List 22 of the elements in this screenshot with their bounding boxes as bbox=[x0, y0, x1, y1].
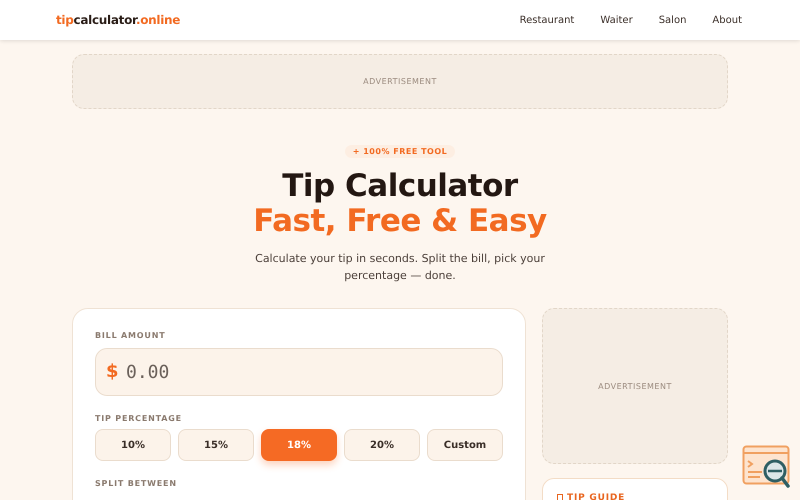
field-label: BILL AMOUNT bbox=[95, 331, 166, 340]
nav-link[interactable]: About bbox=[712, 14, 742, 26]
free-tool-badge: + 100% FREE TOOL bbox=[344, 145, 456, 158]
tip-option[interactable]: Custom bbox=[427, 429, 503, 461]
nav-link[interactable]: Waiter bbox=[600, 14, 633, 26]
nav-link[interactable]: Restaurant bbox=[520, 14, 574, 26]
site-logo[interactable]: tipcalculator.online bbox=[56, 13, 180, 27]
page-subtitle: Fast, Free & Easy bbox=[253, 204, 547, 238]
ad-label: ADVERTISEMENT bbox=[598, 382, 672, 390]
card-heading: TIP GUIDE bbox=[567, 493, 626, 500]
placeholder-icon bbox=[557, 494, 563, 500]
intro-text: Calculate your tip in seconds. Split the bill, pick your percentage — done. bbox=[255, 251, 545, 284]
tip-option[interactable]: 20% bbox=[344, 429, 420, 461]
currency-symbol: $ bbox=[106, 361, 119, 383]
nav-link[interactable]: Salon bbox=[658, 14, 686, 26]
field-label: SPLIT BETWEEN bbox=[95, 479, 177, 488]
tip-option[interactable]: 15% bbox=[178, 429, 254, 461]
tip-option[interactable]: 10% bbox=[95, 429, 171, 461]
browser-search-icon[interactable] bbox=[742, 445, 792, 491]
field-label: TIP PERCENTAGE bbox=[95, 414, 182, 423]
page-title: Tip Calculator bbox=[282, 168, 518, 204]
ad-label: ADVERTISEMENT bbox=[363, 77, 437, 86]
